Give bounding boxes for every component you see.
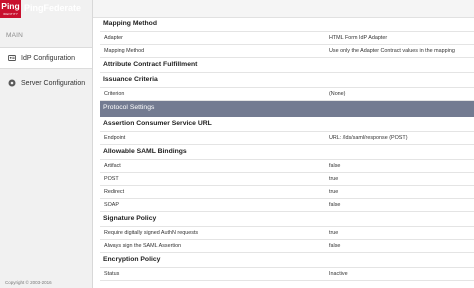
section-title: Allowable SAML Bindings — [103, 148, 187, 155]
row-value: false — [329, 243, 341, 249]
sidebar-item-label: IdP Configuration — [21, 54, 75, 62]
section-header: Encryption Policy — [100, 253, 474, 268]
row-value: Inactive — [329, 271, 348, 277]
row-value: Use only the Adapter Contract values in … — [329, 48, 455, 54]
sidebar-item-idp-configuration[interactable]: IdP Configuration — [0, 47, 92, 69]
top-bar-content-area — [93, 0, 474, 18]
row-key: Artifact — [104, 163, 121, 169]
row-value: URL: /lds/saml/response (POST) — [329, 135, 408, 141]
server-icon — [8, 79, 16, 87]
table-row: POST true — [100, 173, 474, 186]
table-row: Artifact false — [100, 160, 474, 173]
table-row: SOAP false — [100, 199, 474, 212]
sidebar: Ping IDENTITY PingFederate MAIN IdP Conf… — [0, 0, 93, 288]
sidebar-section-label: MAIN — [6, 32, 24, 39]
row-value: true — [329, 189, 339, 195]
section-header: Mapping Method — [100, 17, 474, 32]
row-value: HTML Form IdP Adapter — [329, 35, 388, 41]
row-key: Always sign the SAML Assertion — [104, 243, 182, 249]
section-header: Signature Policy — [100, 212, 474, 227]
section-header: Assertion Consumer Service URL — [100, 117, 474, 132]
section-title: Signature Policy — [103, 215, 157, 222]
section-header: Issuance Criteria — [100, 73, 474, 88]
table-row: Criterion (None) — [100, 88, 474, 101]
table-row: Mapping Method Use only the Adapter Contr… — [100, 45, 474, 58]
logo-text: Ping — [1, 1, 20, 11]
row-value: true — [329, 176, 339, 182]
band-title: Protocol Settings — [103, 104, 155, 111]
section-title: Issuance Criteria — [103, 76, 158, 83]
ping-identity-logo[interactable]: Ping IDENTITY — [0, 0, 21, 18]
row-key: SOAP — [104, 202, 119, 208]
copyright-notice: Copyright © 2003-2016 — [5, 280, 52, 285]
row-value: false — [329, 202, 341, 208]
row-key: Criterion — [104, 91, 125, 97]
summary-table: Mapping Method Adapter HTML Form IdP Adap… — [100, 17, 474, 281]
table-row: Endpoint URL: /lds/saml/response (POST) — [100, 132, 474, 145]
section-title: Attribute Contract Fulfillment — [103, 61, 198, 68]
row-value: (None) — [329, 91, 346, 97]
id-card-icon — [8, 55, 16, 61]
row-value: false — [329, 163, 341, 169]
logo-subtext: IDENTITY — [2, 12, 19, 16]
row-key: Mapping Method — [104, 48, 145, 54]
product-name: PingFederate — [24, 3, 82, 13]
sidebar-item-server-configuration[interactable]: Server Configuration — [0, 72, 92, 94]
row-key: Require digitally signed AuthN requests — [104, 230, 199, 236]
row-key: Status — [104, 271, 120, 277]
row-key: Endpoint — [104, 135, 126, 141]
section-header: Attribute Contract Fulfillment — [100, 58, 474, 73]
table-row: Require digitally signed AuthN requests t… — [100, 227, 474, 240]
section-title: Assertion Consumer Service URL — [103, 120, 212, 127]
row-key: Adapter — [104, 35, 123, 41]
table-row: Status Inactive — [100, 268, 474, 281]
section-header: Allowable SAML Bindings — [100, 145, 474, 160]
sidebar-item-label: Server Configuration — [21, 79, 86, 87]
table-row: Redirect true — [100, 186, 474, 199]
section-title: Encryption Policy — [103, 256, 161, 263]
brand-header: Ping IDENTITY PingFederate — [0, 0, 93, 18]
row-value: true — [329, 230, 339, 236]
row-key: Redirect — [104, 189, 125, 195]
row-key: POST — [104, 176, 119, 182]
table-row: Always sign the SAML Assertion false — [100, 240, 474, 253]
section-title: Mapping Method — [103, 20, 157, 27]
section-band-protocol-settings: Protocol Settings — [100, 101, 474, 117]
table-row: Adapter HTML Form IdP Adapter — [100, 32, 474, 45]
